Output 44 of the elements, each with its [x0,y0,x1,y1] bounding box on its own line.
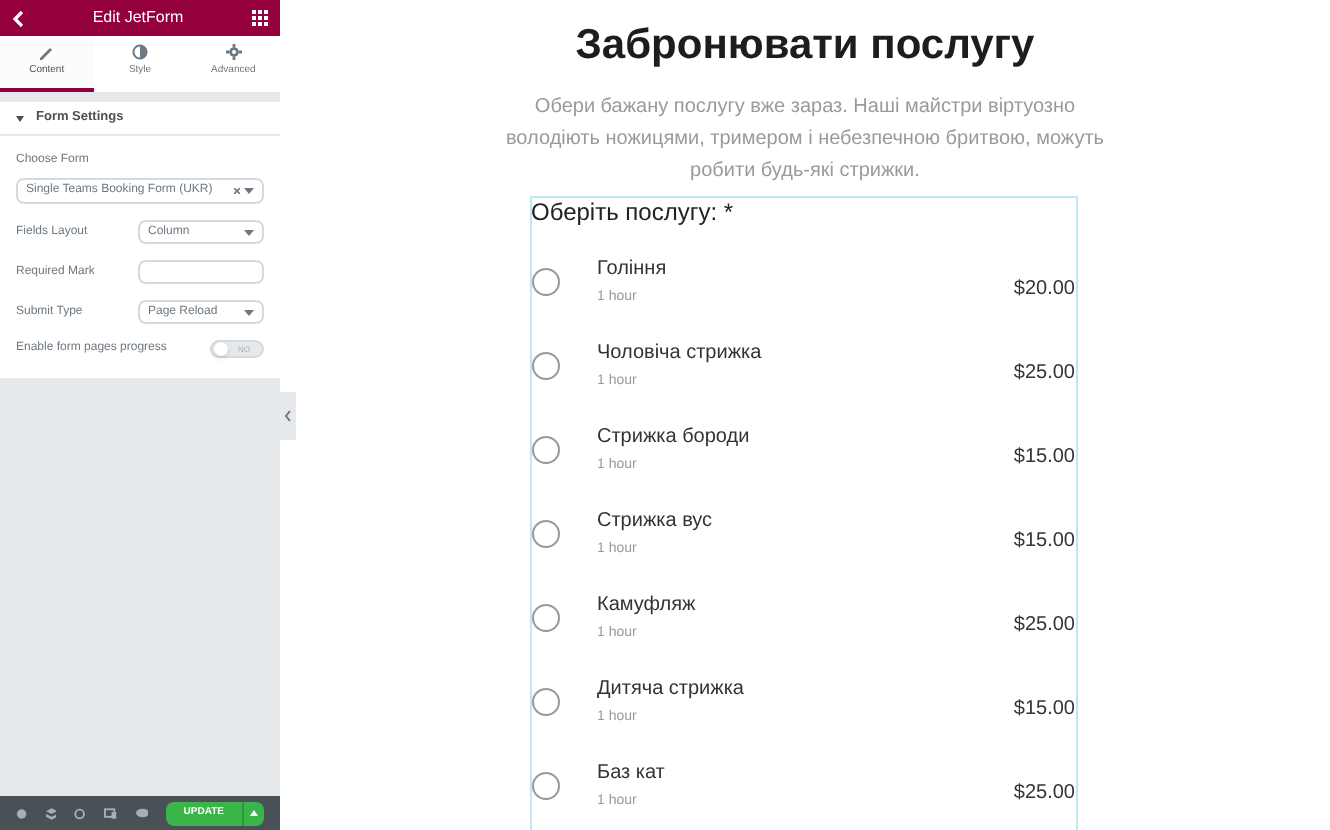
gear-icon [225,44,242,61]
settings-icon[interactable] [16,807,28,819]
layers-icon[interactable] [45,807,57,819]
pencil-icon [38,44,55,61]
responsive-icon[interactable] [103,807,117,819]
service-price: $25.00 [1013,779,1075,808]
service-price: $25.00 [1013,611,1075,640]
service-name: Гоління [597,256,669,282]
history-icon[interactable] [74,807,86,819]
radio-button[interactable] [531,772,559,801]
panel-title: Edit JetForm [92,6,184,30]
collapse-handle[interactable] [280,392,296,440]
service-name: Камуфляж [597,592,698,618]
back-icon[interactable] [12,9,24,27]
contrast-icon [132,44,148,61]
caret-icon [244,309,254,315]
save-options-button[interactable] [241,801,265,825]
radio-button[interactable] [531,352,559,381]
caret-icon [16,115,24,121]
radio-button[interactable] [531,268,559,297]
field-question: Оберіть послугу: * [531,198,736,229]
service-price: $20.00 [1013,275,1075,304]
radio-button[interactable] [531,520,559,549]
caret-icon [244,188,254,194]
clear-icon[interactable] [234,188,240,194]
radio-button[interactable] [531,436,559,465]
caret-icon [249,810,258,816]
service-name: Чоловіча стрижка [597,340,764,366]
service-price: $25.00 [1013,359,1075,388]
service-name: Дитяча стрижка [597,676,746,702]
service-name: Баз кат [597,760,667,786]
grid-icon[interactable] [252,10,268,26]
service-price: $15.00 [1013,443,1075,472]
page-title: Забронювати послугу [575,20,1035,72]
service-name: Стрижка бороди [597,424,752,450]
service-price: $15.00 [1013,527,1075,556]
service-name: Стрижка вус [597,508,715,534]
radio-button[interactable] [531,604,559,633]
caret-icon [244,229,254,235]
service-price: $15.00 [1013,695,1075,724]
input-field[interactable] [138,260,264,284]
radio-button[interactable] [531,688,559,717]
page-description: Обери бажану послугу вже зараз. Наші майстри віртуозно володіють ножицями, тримером і небезпечною бритвою, можуть робити будь-які стрижки. [505,94,1105,187]
eye-icon[interactable] [135,808,149,818]
